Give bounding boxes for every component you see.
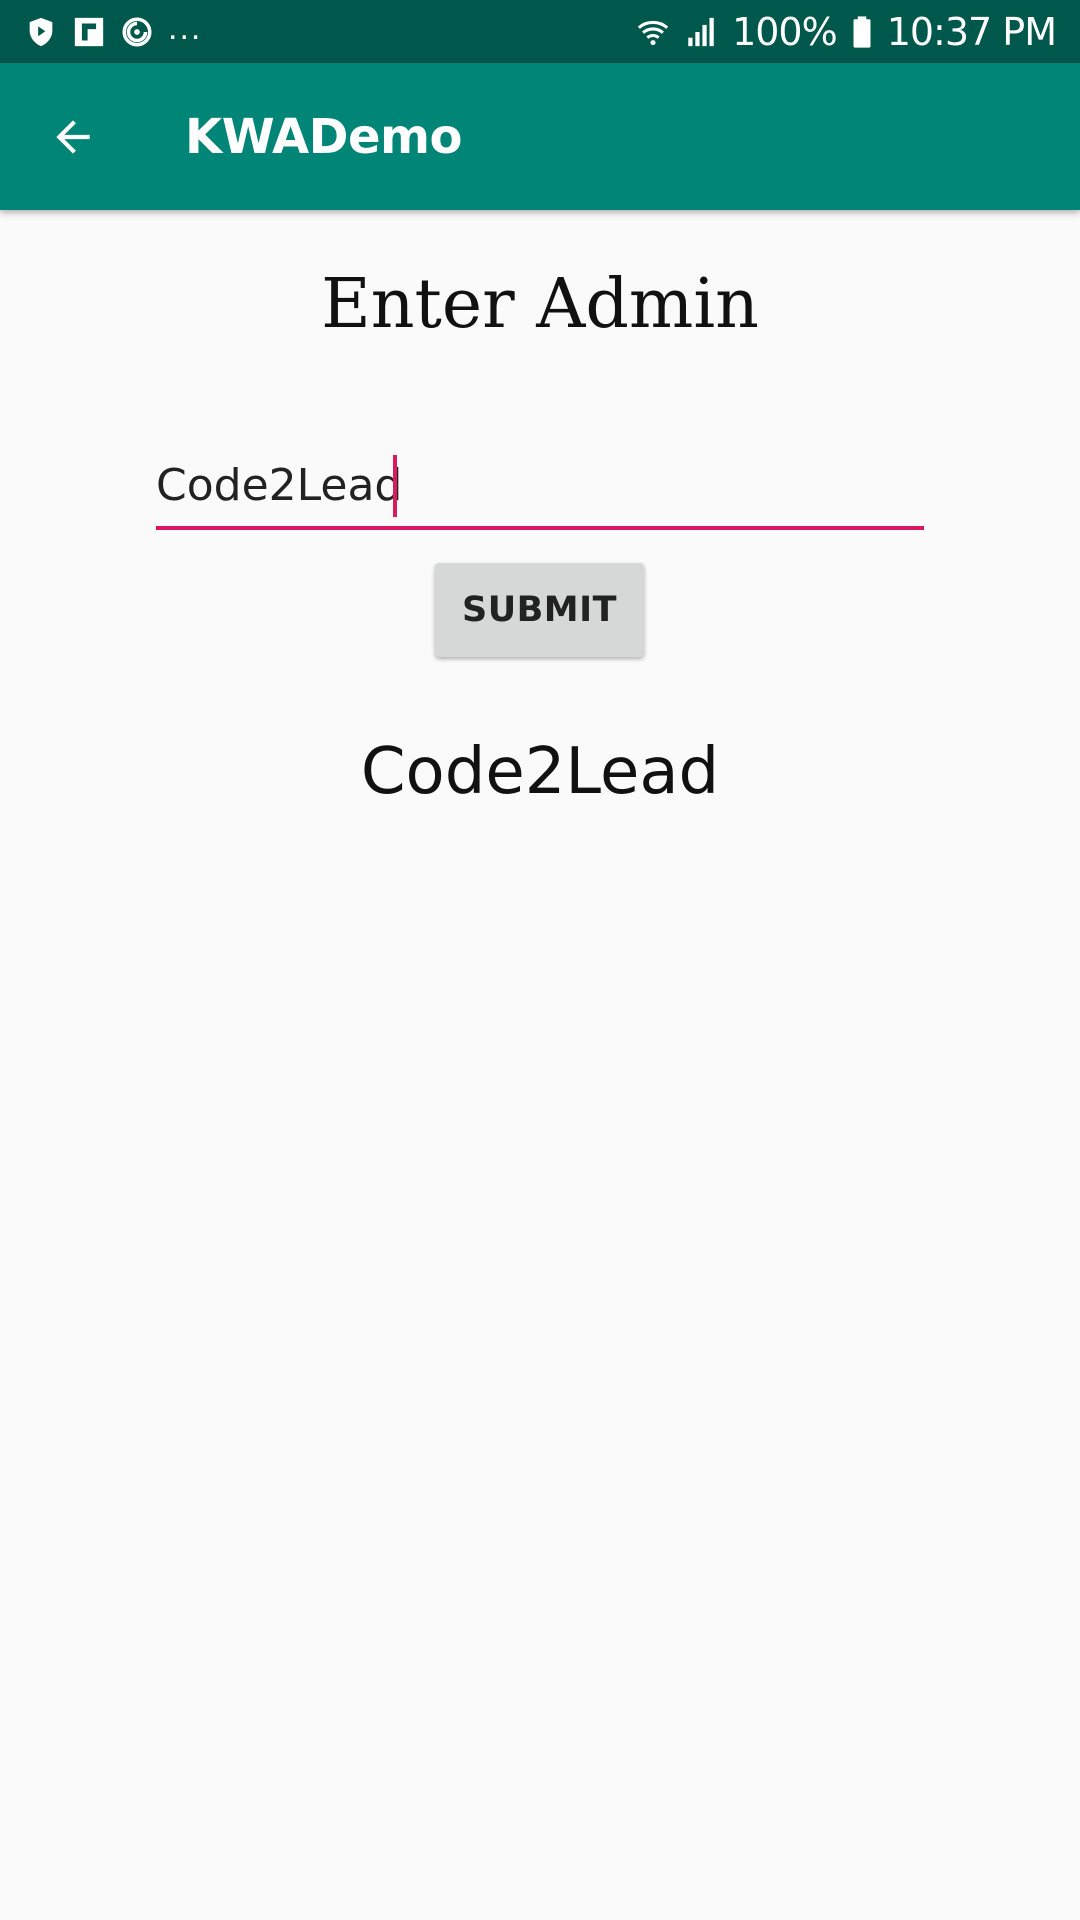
status-left-group: ... — [24, 11, 202, 49]
shield-play-icon — [24, 15, 58, 49]
status-time: 10:37 PM — [886, 9, 1057, 54]
notification-overflow-indicator: ... — [168, 8, 203, 47]
app-title: KWADemo — [185, 108, 463, 165]
app-bar: KWADemo — [0, 63, 1080, 210]
sync-circle-icon — [120, 15, 154, 49]
battery-icon — [851, 15, 873, 49]
result-text: Code2Lead — [360, 735, 720, 809]
admin-input-container — [156, 452, 924, 530]
signal-icon — [684, 15, 718, 49]
submit-button[interactable]: SUBMIT — [435, 563, 644, 657]
arrow-back-icon — [56, 119, 90, 154]
flipboard-icon — [72, 15, 106, 49]
back-button[interactable] — [25, 89, 121, 185]
status-bar: ... 100% 10:37 PM — [0, 0, 1080, 63]
wifi-icon — [636, 15, 670, 49]
status-right-group: 100% 10:37 PM — [636, 9, 1057, 54]
admin-name-input[interactable] — [156, 452, 924, 526]
page-heading: Enter Admin — [321, 265, 759, 344]
battery-percentage: 100% — [732, 9, 838, 54]
text-cursor — [393, 455, 397, 517]
